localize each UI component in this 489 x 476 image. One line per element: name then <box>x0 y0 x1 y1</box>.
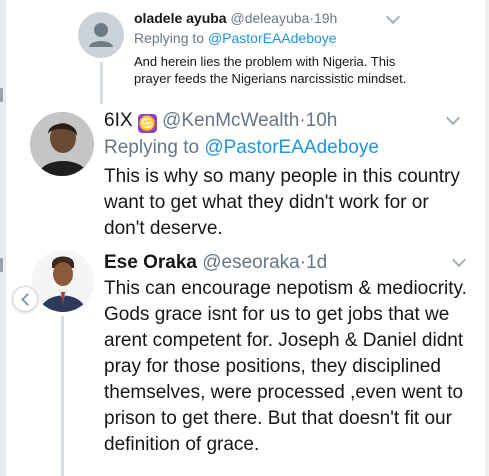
display-name[interactable]: Ese Oraka <box>104 252 197 273</box>
tweet-header: oladele ayuba @deleayuba·19h <box>134 10 337 26</box>
display-name[interactable]: 6IX <box>104 110 133 131</box>
username[interactable]: @eseoraka <box>202 252 299 273</box>
chevron-down-icon[interactable] <box>445 110 461 126</box>
tweet-header: Ese Oraka @eseoraka·1d <box>104 252 327 274</box>
profile-photo-icon <box>30 112 94 176</box>
chevron-down-icon[interactable] <box>451 252 467 268</box>
mention-link[interactable]: @PastorEAAdeboye <box>208 30 337 46</box>
timestamp[interactable]: 19h <box>314 10 337 26</box>
replying-to-label: Replying to <box>134 30 205 46</box>
avatar-default[interactable] <box>78 12 124 58</box>
replying-to: Replying to @PastorEAAdeboye <box>134 30 337 46</box>
username[interactable]: @deleayuba <box>230 10 309 26</box>
display-name[interactable]: oladele ayuba <box>134 10 227 26</box>
cancer-zodiac-icon: ♋ <box>137 114 157 133</box>
replying-to-label: Replying to <box>104 137 200 158</box>
tweet-text: This can encourage nepotism & mediocrity… <box>104 278 467 455</box>
username[interactable]: @KenMcWealth <box>162 110 299 131</box>
edge-marker <box>0 88 3 102</box>
avatar-kenmcwealth[interactable] <box>30 112 94 176</box>
tweet-header: 6IX ♋ @KenMcWealth·10h <box>104 110 337 133</box>
thread-line <box>61 316 64 476</box>
tweet-text: This is why so many people in this count… <box>104 166 460 239</box>
thread-line <box>100 62 103 104</box>
left-edge-strip <box>0 0 6 476</box>
tweet-text: And herein lies the problem with Nigeria… <box>134 54 407 86</box>
profile-illustration-icon <box>32 250 94 312</box>
chevron-down-icon[interactable] <box>385 9 401 25</box>
avatar-eseoraka[interactable] <box>32 250 94 312</box>
timestamp[interactable]: 10h <box>306 110 338 131</box>
timestamp[interactable]: 1d <box>306 252 327 273</box>
mention-link[interactable]: @PastorEAAdeboye <box>204 137 379 158</box>
default-user-icon <box>89 23 113 47</box>
carousel-prev-button[interactable] <box>12 286 38 312</box>
replying-to: Replying to @PastorEAAdeboye <box>104 137 379 159</box>
edge-marker <box>0 258 3 272</box>
right-edge-strip <box>485 0 489 476</box>
